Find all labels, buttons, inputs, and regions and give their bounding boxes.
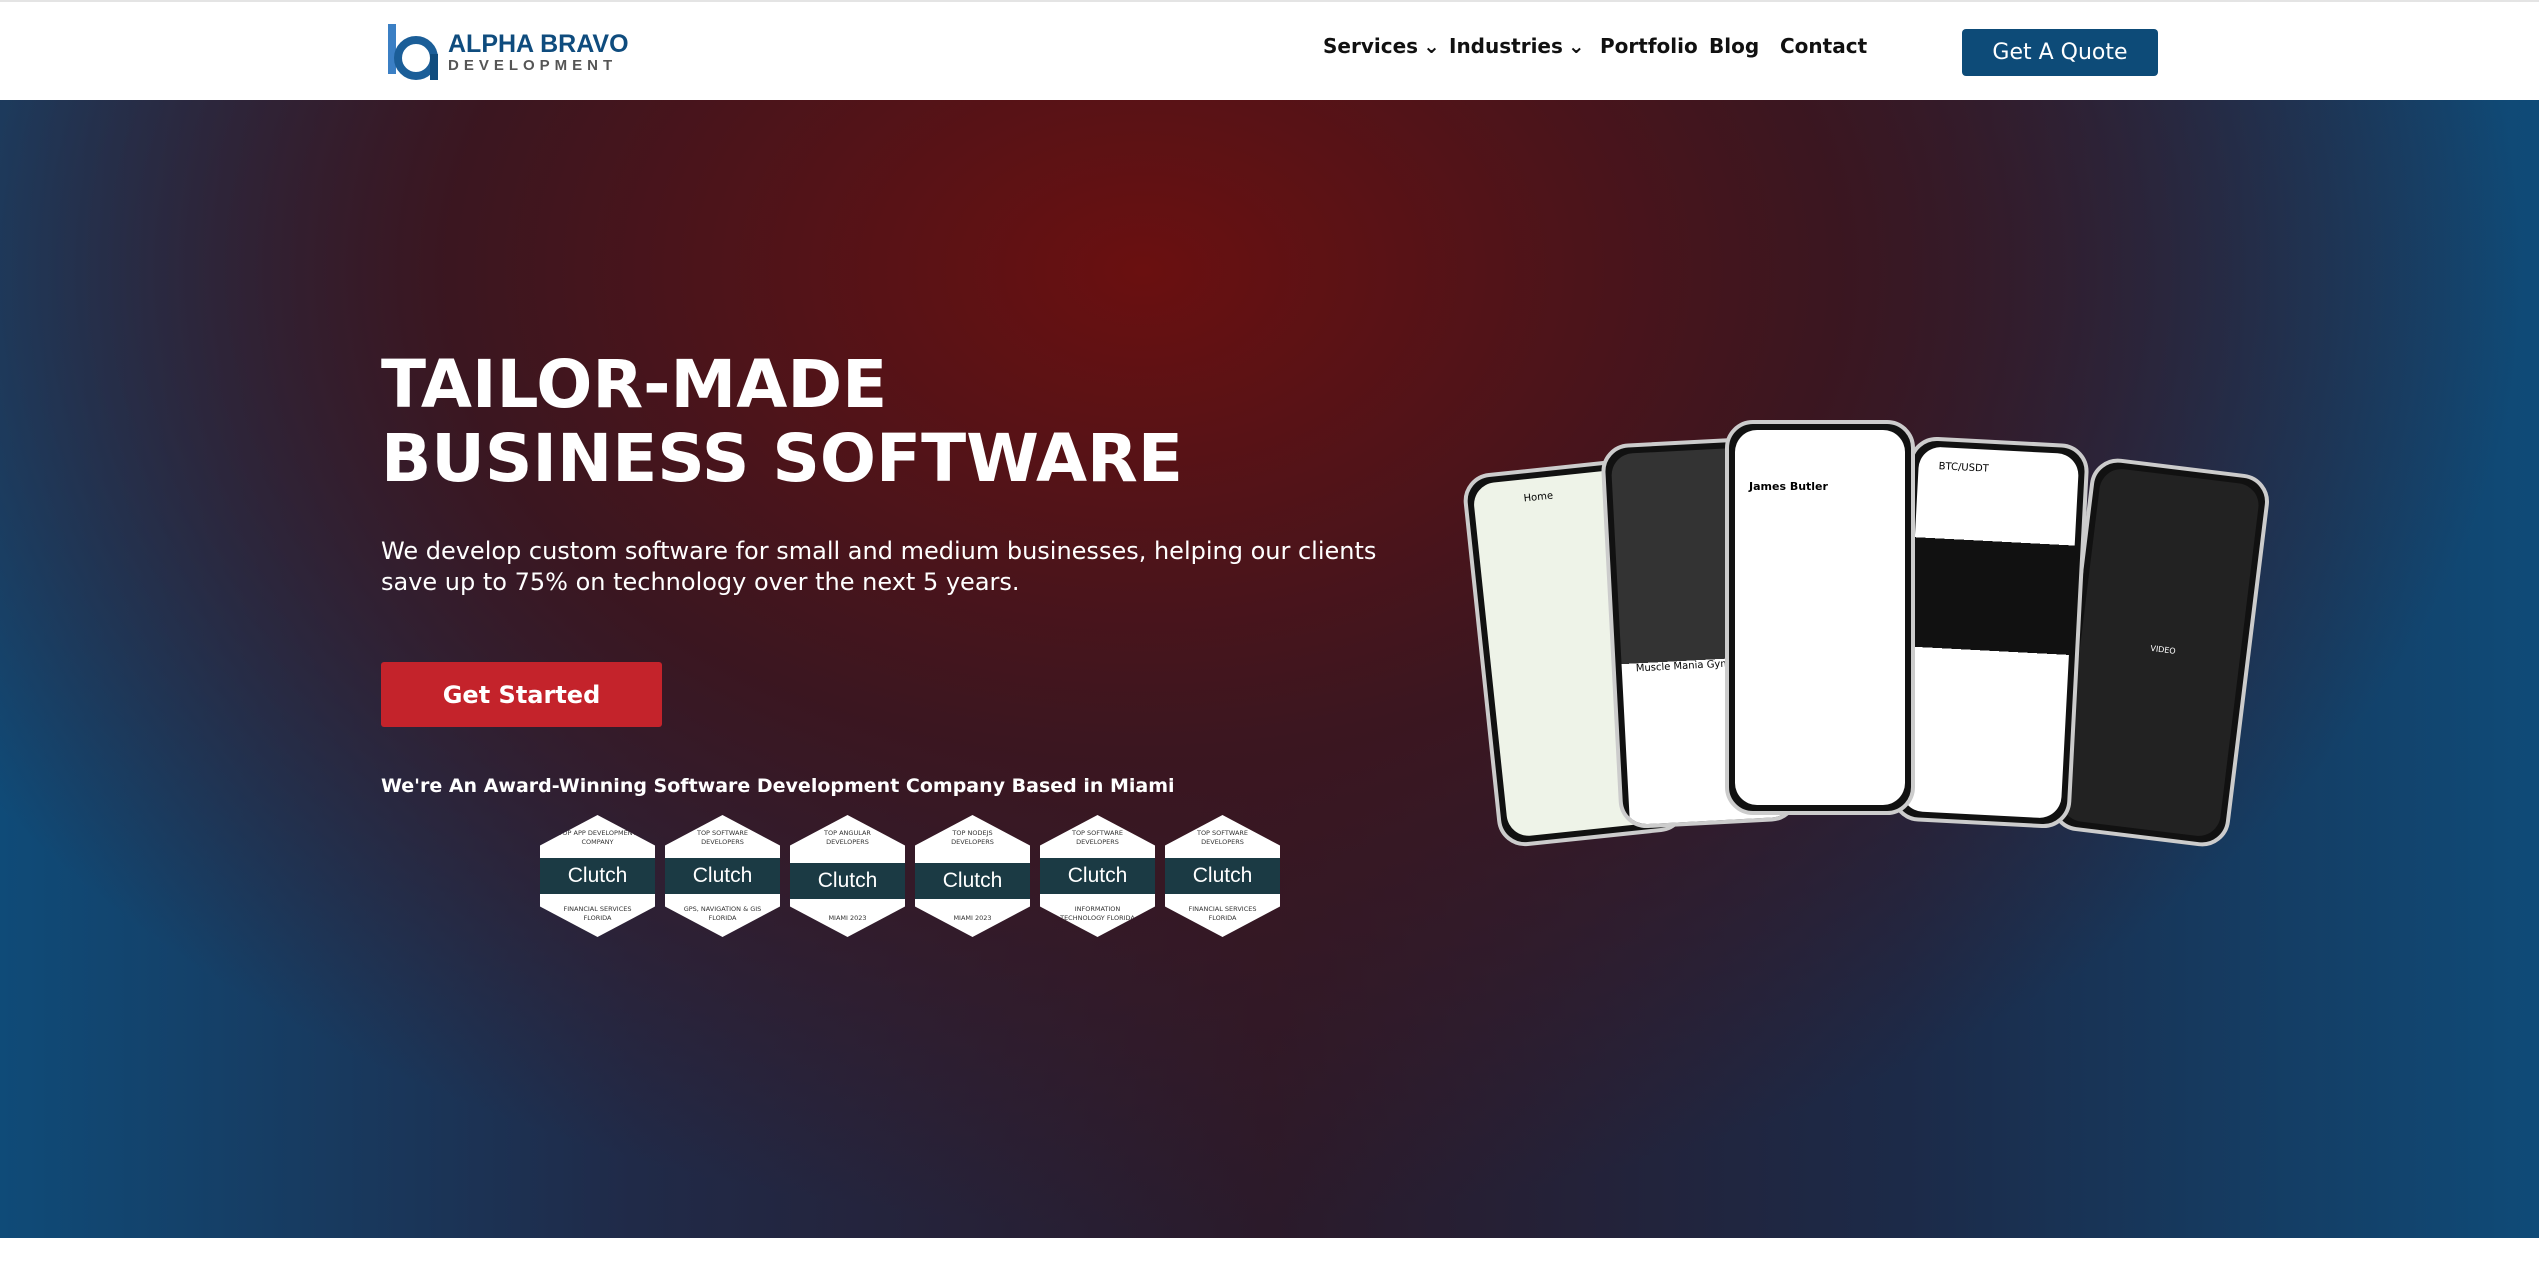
badge-bottom: INFORMATION TECHNOLOGY FLORIDA [1060, 905, 1135, 922]
phone-realestate: James Butler [1725, 420, 1915, 815]
nav-industries-label: Industries [1449, 34, 1563, 58]
badge-top: TOP SOFTWARE DEVELOPERS [1196, 829, 1249, 846]
chevron-down-icon: ⌄ [1567, 34, 1585, 58]
badge-bottom: FINANCIAL SERVICES FLORIDA [563, 905, 632, 922]
logo-subtext: DEVELOPMENT [448, 56, 618, 74]
nav-services[interactable]: Services ⌄ [1323, 34, 1440, 58]
badge-brand: Clutch [790, 862, 905, 899]
logo-icon [388, 24, 440, 80]
nav-portfolio[interactable]: Portfolio [1600, 34, 1698, 58]
phone-label: Home [1523, 490, 1554, 505]
clutch-badge: TOP APP DEVELOPMENT COMPANY Clutch FINANCI… [540, 815, 655, 937]
badge-top: TOP ANGULAR DEVELOPERS [824, 829, 871, 846]
badge-brand: Clutch [1165, 858, 1280, 894]
clutch-badge: TOP SOFTWARE DEVELOPERS Clutch INFORMATION… [1040, 815, 1155, 937]
nav-industries[interactable]: Industries ⌄ [1449, 34, 1585, 58]
badge-brand: Clutch [1040, 858, 1155, 894]
badge-bottom: FINANCIAL SERVICES FLORIDA [1188, 905, 1257, 922]
clutch-badges: TOP APP DEVELOPMENT COMPANY Clutch FINANCI… [540, 815, 1280, 937]
badge-top: TOP APP DEVELOPMENT COMPANY [558, 829, 637, 846]
hero-title: TAILOR-MADE BUSINESS SOFTWARE [381, 348, 1183, 496]
hero-title-line1: TAILOR-MADE [381, 346, 888, 423]
logo-text: ALPHA BRAVO [448, 29, 629, 58]
clutch-badge: TOP SOFTWARE DEVELOPERS Clutch FINANCIAL S… [1165, 815, 1280, 937]
badge-bottom: MIAMI 2023 [828, 914, 867, 922]
badge-brand: Clutch [665, 858, 780, 894]
clutch-badge: TOP NODEJS DEVELOPERS Clutch MIAMI 2023 [915, 815, 1030, 937]
logo[interactable]: ALPHA BRAVO DEVELOPMENT [388, 24, 629, 80]
badge-bottom: MIAMI 2023 [953, 914, 992, 922]
phone-label: BTC/USDT [1938, 461, 1990, 475]
get-started-button[interactable]: Get Started [381, 662, 662, 727]
phone-label: Muscle Mania Gym [1635, 658, 1731, 675]
badge-top: TOP SOFTWARE DEVELOPERS [696, 829, 749, 846]
phone-label: James Butler [1749, 480, 1828, 493]
below-fold [0, 1238, 2539, 1282]
badge-top: TOP NODEJS DEVELOPERS [951, 829, 994, 846]
hero-title-line2: BUSINESS SOFTWARE [381, 420, 1183, 497]
chevron-down-icon: ⌄ [1423, 34, 1440, 58]
phone-label: VIDEO [2149, 643, 2177, 656]
app-phones-image: Home VIDEO Muscle Mania Gym BTC/USDT Jam… [1460, 420, 2273, 850]
nav-blog[interactable]: Blog [1709, 34, 1759, 58]
badge-bottom: GPS, NAVIGATION & GIS FLORIDA [683, 905, 762, 922]
hero-subtitle: We develop custom software for small and… [381, 537, 1377, 596]
top-nav: ALPHA BRAVO DEVELOPMENT Services ⌄ Indust… [0, 0, 2539, 100]
badge-top: TOP SOFTWARE DEVELOPERS [1071, 829, 1124, 846]
clutch-badge: TOP SOFTWARE DEVELOPERS Clutch GPS, NAVIGA… [665, 815, 780, 937]
badge-brand: Clutch [915, 862, 1030, 899]
clutch-badge: TOP ANGULAR DEVELOPERS Clutch MIAMI 2023 [790, 815, 905, 937]
nav-contact[interactable]: Contact [1780, 34, 1867, 58]
get-a-quote-button[interactable]: Get A Quote [1962, 29, 2158, 76]
phone-crypto: BTC/USDT [1890, 435, 2090, 830]
award-text: We're An Award-Winning Software Developm… [381, 775, 1175, 797]
nav-services-label: Services [1323, 34, 1419, 58]
badge-brand: Clutch [540, 858, 655, 894]
